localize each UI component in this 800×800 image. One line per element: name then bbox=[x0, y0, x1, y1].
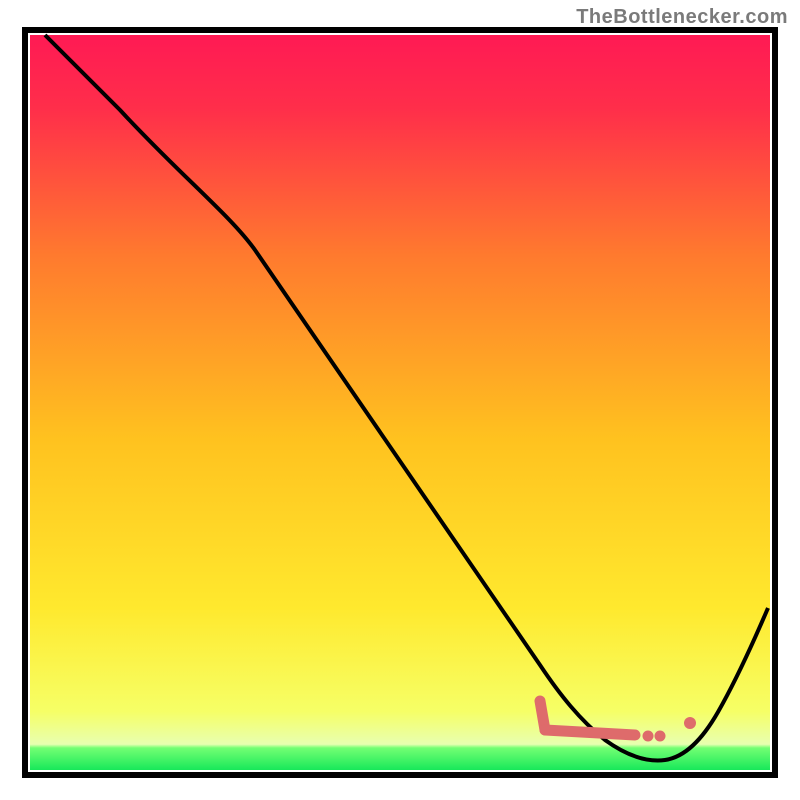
gradient-background bbox=[30, 35, 770, 770]
attribution-text: TheBottlenecker.com bbox=[576, 6, 788, 29]
bottleneck-chart bbox=[0, 0, 800, 800]
chart-container: TheBottlenecker.com bbox=[0, 0, 800, 800]
